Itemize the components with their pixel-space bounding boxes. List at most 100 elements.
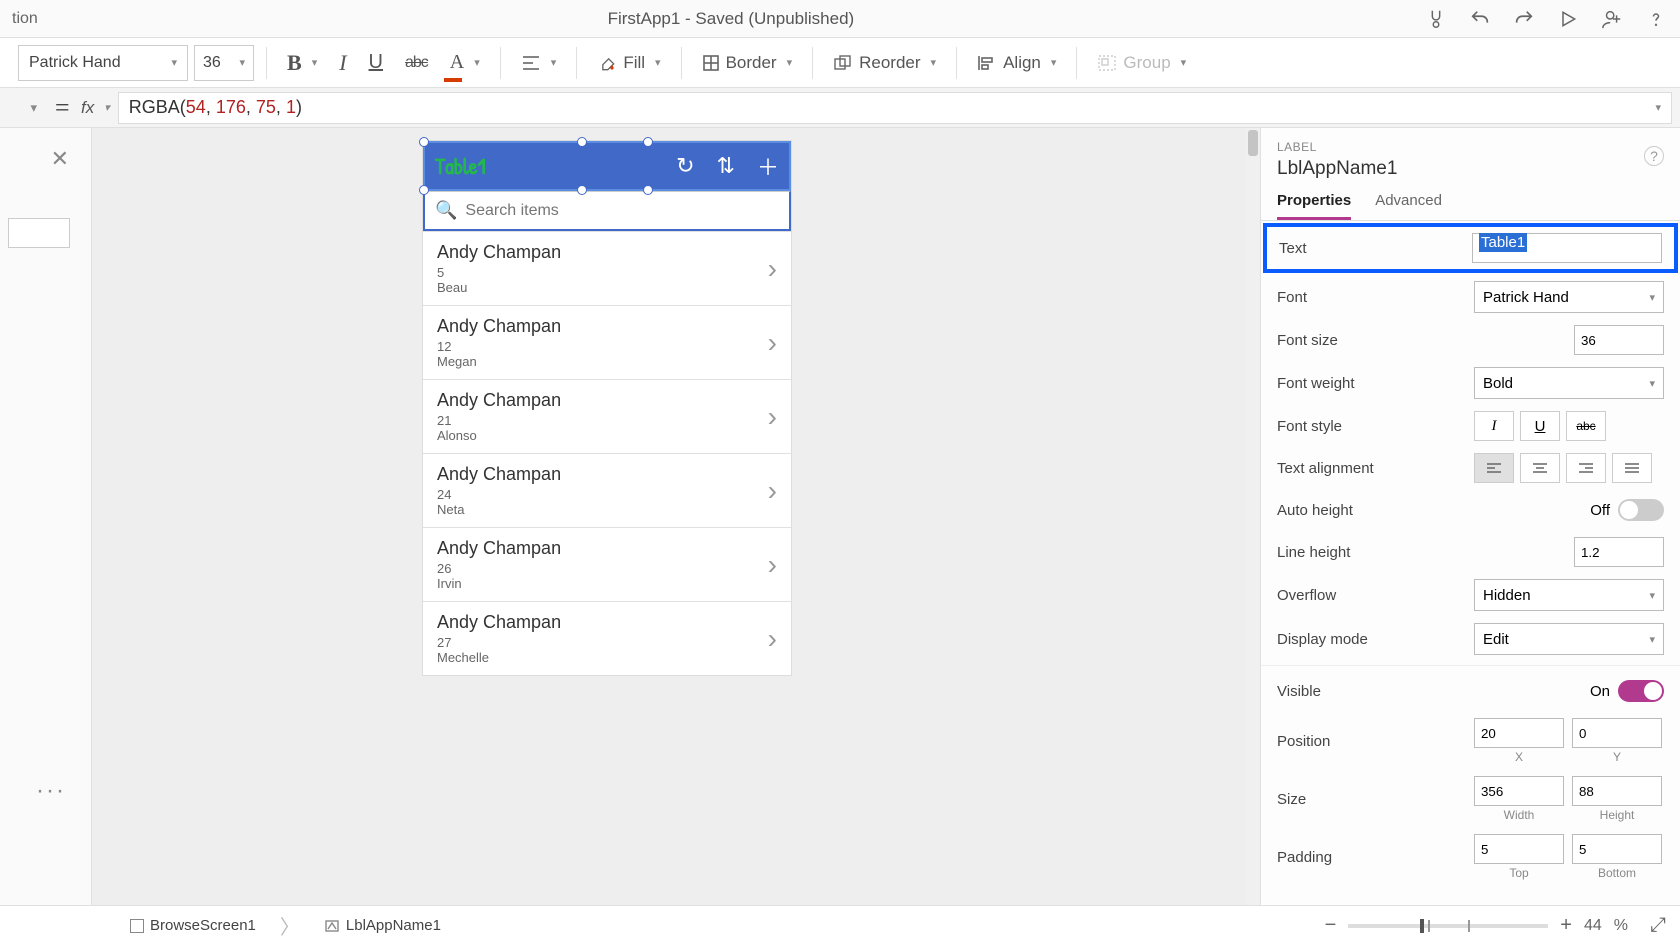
status-bar: BrowseScreen1 〉 LblAppName1 − + 44 % ⤢ — [0, 905, 1680, 945]
item-name: Andy Champan — [437, 464, 768, 485]
prop-position-row: Position X Y — [1261, 712, 1680, 770]
help-icon[interactable] — [1644, 7, 1668, 31]
align-button[interactable]: Align ▾ — [969, 49, 1064, 77]
group-button[interactable]: Group ▾ — [1089, 49, 1194, 77]
item-line1: 21 — [437, 413, 768, 428]
reorder-button[interactable]: Reorder ▾ — [825, 49, 944, 77]
list-item[interactable]: Andy Champan 21 Alonso › — [423, 379, 791, 453]
text-align-button[interactable]: ▾ — [513, 50, 565, 76]
font-size-input[interactable] — [1574, 325, 1664, 355]
properties-panel: LABEL LblAppName1 ? Properties Advanced … — [1260, 128, 1680, 905]
font-color-button[interactable]: A ▾ — [442, 47, 488, 78]
chevron-down-icon[interactable]: ▾ — [1655, 101, 1661, 114]
align-justify-button[interactable] — [1612, 453, 1652, 483]
align-icon — [977, 54, 997, 72]
reorder-icon — [833, 54, 853, 72]
underline-button[interactable]: U — [361, 47, 391, 78]
strikethrough-button[interactable]: abc — [397, 50, 436, 76]
breadcrumb-screen[interactable]: BrowseScreen1 — [120, 913, 266, 938]
fill-button[interactable]: Fill ▾ — [589, 49, 668, 77]
properties-header: LABEL LblAppName1 ? — [1261, 128, 1680, 184]
prop-visible-row: Visible On — [1261, 670, 1680, 712]
underline-toggle[interactable]: U — [1520, 411, 1560, 441]
strikethrough-toggle[interactable]: abc — [1566, 411, 1606, 441]
tree-item-placeholder[interactable] — [8, 218, 70, 248]
text-input[interactable]: Table1 — [1472, 233, 1662, 263]
position-y-input[interactable] — [1572, 718, 1662, 748]
canvas[interactable]: Table1 ↻ ⇅ ＋ 🔍 Andy Champan 5 Beau › And… — [92, 128, 1260, 905]
bold-button[interactable]: B▾ — [279, 46, 325, 80]
prop-label: Text alignment — [1277, 460, 1474, 477]
list-item[interactable]: Andy Champan 5 Beau › — [423, 231, 791, 305]
help-icon[interactable]: ? — [1644, 146, 1664, 166]
fullscreen-icon[interactable]: ⤢ — [1650, 914, 1666, 937]
padding-top-input[interactable] — [1474, 834, 1564, 864]
list-item[interactable]: Andy Champan 27 Mechelle › — [423, 601, 791, 675]
more-options-icon[interactable]: ··· — [36, 777, 66, 805]
zoom-slider-thumb[interactable] — [1420, 919, 1424, 933]
chevron-down-icon: ▾ — [551, 56, 557, 69]
play-icon[interactable] — [1556, 7, 1580, 31]
prop-label: Visible — [1277, 683, 1474, 700]
italic-toggle[interactable]: I — [1474, 411, 1514, 441]
list-item[interactable]: Andy Champan 24 Neta › — [423, 453, 791, 527]
font-size-select[interactable]: 36 ▾ — [194, 45, 254, 81]
breadcrumb-control[interactable]: LblAppName1 — [314, 913, 451, 938]
font-dropdown[interactable]: Patrick Hand▾ — [1474, 281, 1664, 313]
close-panel-button[interactable]: ✕ — [51, 146, 69, 172]
vertical-scrollbar[interactable] — [1246, 128, 1260, 905]
equals-sign: = — [51, 93, 73, 123]
formula-input[interactable]: RGBA(54, 176, 75, 1) ▾ — [118, 92, 1672, 124]
align-left-button[interactable] — [1474, 453, 1514, 483]
title-bar: tion FirstApp1 - Saved (Unpublished) — [0, 0, 1680, 38]
selection-handle[interactable] — [577, 185, 587, 195]
chevron-right-icon: › — [768, 475, 777, 507]
zoom-slider[interactable] — [1348, 924, 1548, 928]
prop-label: Text — [1279, 240, 1472, 257]
position-x-input[interactable] — [1474, 718, 1564, 748]
redo-icon[interactable] — [1512, 7, 1536, 31]
font-size-value: 36 — [203, 54, 221, 72]
refresh-icon[interactable]: ↻ — [676, 153, 694, 179]
prop-padding-row: Padding Top Bottom — [1261, 828, 1680, 886]
fx-label[interactable]: fx▾ — [81, 98, 110, 118]
list-item[interactable]: Andy Champan 26 Irvin › — [423, 527, 791, 601]
property-dropdown[interactable]: ▾ — [8, 92, 43, 124]
font-weight-dropdown[interactable]: Bold▾ — [1474, 367, 1664, 399]
zoom-out-button[interactable]: − — [1325, 914, 1337, 937]
padding-bottom-input[interactable] — [1572, 834, 1662, 864]
selection-handle[interactable] — [419, 137, 429, 147]
selection-handle[interactable] — [577, 137, 587, 147]
visible-toggle[interactable] — [1618, 680, 1664, 702]
chevron-right-icon: › — [768, 327, 777, 359]
list-item[interactable]: Andy Champan 12 Megan › — [423, 305, 791, 379]
scrollbar-thumb[interactable] — [1248, 130, 1258, 156]
add-icon[interactable]: ＋ — [757, 150, 779, 182]
tab-properties[interactable]: Properties — [1277, 192, 1351, 220]
search-row: 🔍 — [423, 191, 791, 231]
overflow-dropdown[interactable]: Hidden▾ — [1474, 579, 1664, 611]
selection-handle[interactable] — [643, 137, 653, 147]
auto-height-toggle[interactable] — [1618, 499, 1664, 521]
size-width-input[interactable] — [1474, 776, 1564, 806]
italic-button[interactable]: I — [331, 46, 354, 80]
share-icon[interactable] — [1600, 7, 1624, 31]
selection-handle[interactable] — [419, 185, 429, 195]
phone-header[interactable]: Table1 ↻ ⇅ ＋ — [423, 141, 791, 191]
flow-checker-icon[interactable] — [1424, 7, 1448, 31]
line-height-input[interactable] — [1574, 537, 1664, 567]
font-family-select[interactable]: Patrick Hand ▾ — [18, 45, 188, 81]
border-button[interactable]: Border ▾ — [694, 49, 801, 77]
align-center-button[interactable] — [1520, 453, 1560, 483]
tab-advanced[interactable]: Advanced — [1375, 192, 1442, 220]
undo-icon[interactable] — [1468, 7, 1492, 31]
align-right-button[interactable] — [1566, 453, 1606, 483]
properties-tabs: Properties Advanced — [1261, 184, 1680, 221]
sort-icon[interactable]: ⇅ — [717, 153, 735, 179]
font-family-value: Patrick Hand — [29, 54, 121, 72]
size-height-input[interactable] — [1572, 776, 1662, 806]
search-input[interactable] — [465, 202, 779, 220]
zoom-in-button[interactable]: + — [1560, 914, 1572, 937]
display-mode-dropdown[interactable]: Edit▾ — [1474, 623, 1664, 655]
separator — [576, 47, 577, 79]
